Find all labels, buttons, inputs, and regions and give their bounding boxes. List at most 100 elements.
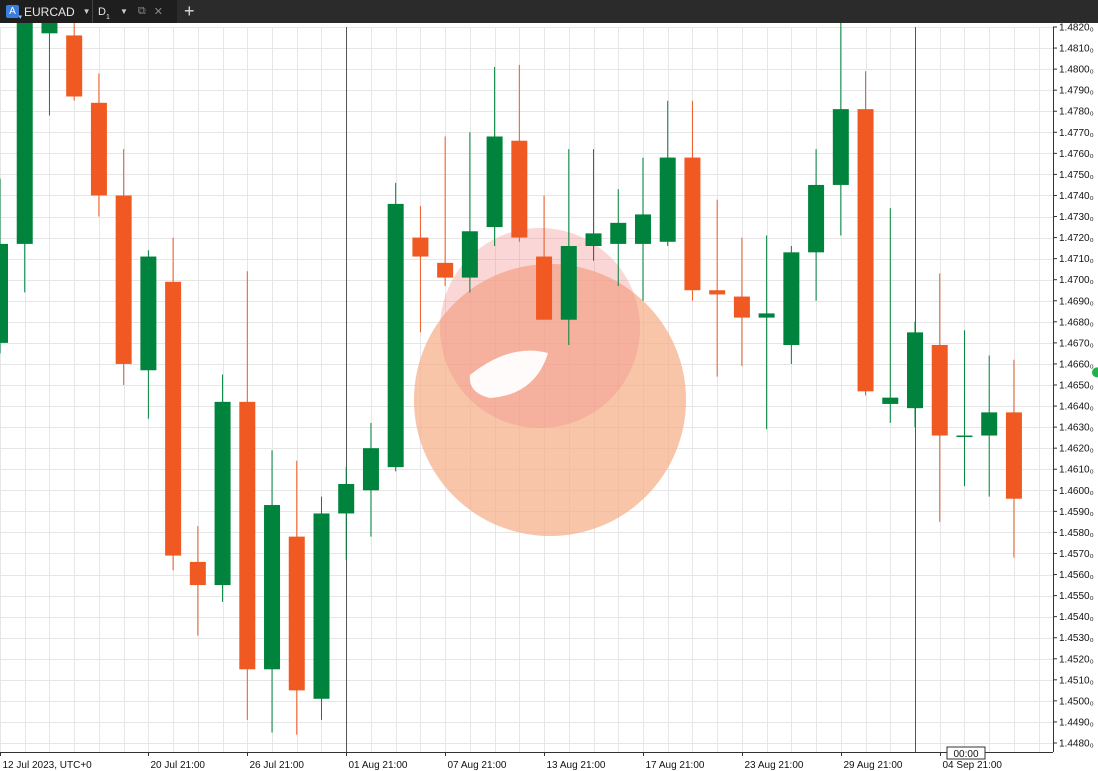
candle xyxy=(239,271,256,720)
time-tick-label: 01 Aug 21:00 xyxy=(349,760,408,771)
candle-body xyxy=(90,102,107,196)
price-tick-label: 1.4660₀ xyxy=(1059,359,1094,370)
price-tick-label: 1.4640₀ xyxy=(1059,402,1094,413)
candle xyxy=(560,149,577,345)
timeframe-label: D1 xyxy=(98,5,110,21)
candle xyxy=(882,208,899,423)
candle-body xyxy=(560,246,577,320)
time-tick-label: 20 Jul 21:00 xyxy=(151,760,206,771)
time-axis[interactable]: 12 Jul 2023, UTC+0 20 Jul 21:00 26 Jul 21:… xyxy=(0,746,1053,771)
price-tick-label: 1.4780₀ xyxy=(1059,107,1094,118)
candle xyxy=(585,149,602,261)
candle xyxy=(165,237,182,571)
candle xyxy=(66,23,83,101)
candle xyxy=(140,250,157,419)
price-tick-label: 1.4670₀ xyxy=(1059,338,1094,349)
candle-body xyxy=(66,35,83,97)
price-tick-label: 1.4620₀ xyxy=(1059,444,1094,455)
candle xyxy=(362,422,379,537)
candle-body xyxy=(981,412,998,436)
time-tick-label: 07 Aug 21:00 xyxy=(448,760,507,771)
price-axis[interactable]: 1.4480₀ 1.4490₀ 1.4500₀ 1.4510₀ 1.4520₀ 1.453… xyxy=(1053,23,1098,752)
price-tick-label: 1.4630₀ xyxy=(1059,423,1094,434)
candle xyxy=(90,73,107,217)
candle-body xyxy=(486,136,503,228)
price-tick-label: 1.4570₀ xyxy=(1059,549,1094,560)
price-tick-label: 1.4550₀ xyxy=(1059,591,1094,602)
candle-body xyxy=(214,401,231,586)
add-tab-button[interactable]: + xyxy=(184,0,195,23)
price-tick-label: 1.4760₀ xyxy=(1059,149,1094,160)
candle-body xyxy=(461,231,478,278)
candle xyxy=(387,182,404,472)
price-tick-label: 1.4560₀ xyxy=(1059,570,1094,581)
time-tick-label: 29 Aug 21:00 xyxy=(844,760,903,771)
candle xyxy=(437,136,454,287)
candle-body xyxy=(511,140,528,238)
candle-body xyxy=(288,536,305,691)
candle xyxy=(857,71,874,396)
candle xyxy=(0,178,8,354)
candle xyxy=(338,467,355,560)
candle xyxy=(931,273,948,522)
price-tick-label: 1.4750₀ xyxy=(1059,170,1094,181)
candle-body xyxy=(239,401,256,670)
candle xyxy=(832,23,849,236)
candle-body xyxy=(16,23,33,244)
chevron-down-icon[interactable]: ▼ xyxy=(120,7,128,16)
price-tick-label: 1.4650₀ xyxy=(1059,381,1094,392)
candle-body xyxy=(536,256,553,320)
candle xyxy=(808,149,825,301)
price-tick-label: 1.4480₀ xyxy=(1059,739,1094,750)
candle xyxy=(412,206,429,333)
candle xyxy=(264,450,281,733)
candle-body xyxy=(387,203,404,468)
candle xyxy=(486,67,503,247)
candle-body xyxy=(659,157,676,242)
candle xyxy=(1005,359,1022,558)
price-tick-label: 1.4520₀ xyxy=(1059,654,1094,665)
symbol-tab[interactable]: A ▾ EURCAD ▼ xyxy=(0,0,92,23)
candle xyxy=(956,330,973,487)
candle-body xyxy=(907,332,924,409)
tab-bar: A ▾ EURCAD ▼ D1 ▼ ⧉ ✕ + xyxy=(0,0,1098,23)
candle-body xyxy=(264,505,281,670)
price-tick-label: 1.4810₀ xyxy=(1059,44,1094,55)
candle xyxy=(659,100,676,247)
candle-body xyxy=(437,262,454,278)
time-tick-label: 26 Jul 21:00 xyxy=(250,760,305,771)
price-tick-label: 1.4820₀ xyxy=(1059,23,1094,34)
time-tick-label: 17 Aug 21:00 xyxy=(646,760,705,771)
candle-body xyxy=(808,184,825,253)
time-tick-label: 12 Jul 2023, UTC+0 xyxy=(3,760,93,771)
chevron-down-icon[interactable]: ▼ xyxy=(83,7,91,16)
candle-body xyxy=(362,448,379,491)
price-tick-label: 1.4710₀ xyxy=(1059,254,1094,265)
candle xyxy=(634,157,651,301)
popout-icon[interactable]: ⧉ xyxy=(138,5,146,18)
time-tick-label: 13 Aug 21:00 xyxy=(547,760,606,771)
time-tick-label: 23 Aug 21:00 xyxy=(745,760,804,771)
candle-body xyxy=(684,157,701,291)
candle-body xyxy=(857,109,874,392)
candle-body xyxy=(0,243,8,343)
candle xyxy=(16,23,33,293)
candle-body xyxy=(956,435,973,438)
candle xyxy=(709,199,726,377)
price-tick-label: 1.4540₀ xyxy=(1059,612,1094,623)
candle-body xyxy=(733,296,750,318)
candlestick-chart[interactable]: 1.4480₀ 1.4490₀ 1.4500₀ 1.4510₀ 1.4520₀ 1.453… xyxy=(0,23,1098,771)
timeframe-tab[interactable]: D1 ▼ ⧉ ✕ xyxy=(92,0,177,23)
candle xyxy=(536,195,553,320)
price-tick-label: 1.4580₀ xyxy=(1059,528,1094,539)
candle xyxy=(189,526,206,636)
candle-body xyxy=(610,222,627,244)
symbol-badge-icon: A ▾ xyxy=(6,5,22,21)
plus-icon: + xyxy=(184,1,195,21)
price-tick-label: 1.4490₀ xyxy=(1059,717,1094,728)
candle-body xyxy=(140,256,157,371)
candle xyxy=(981,355,998,497)
close-icon[interactable]: ✕ xyxy=(154,5,163,18)
candle-body xyxy=(783,252,800,345)
time-tick-label: 04 Sep 21:00 xyxy=(943,760,1003,771)
